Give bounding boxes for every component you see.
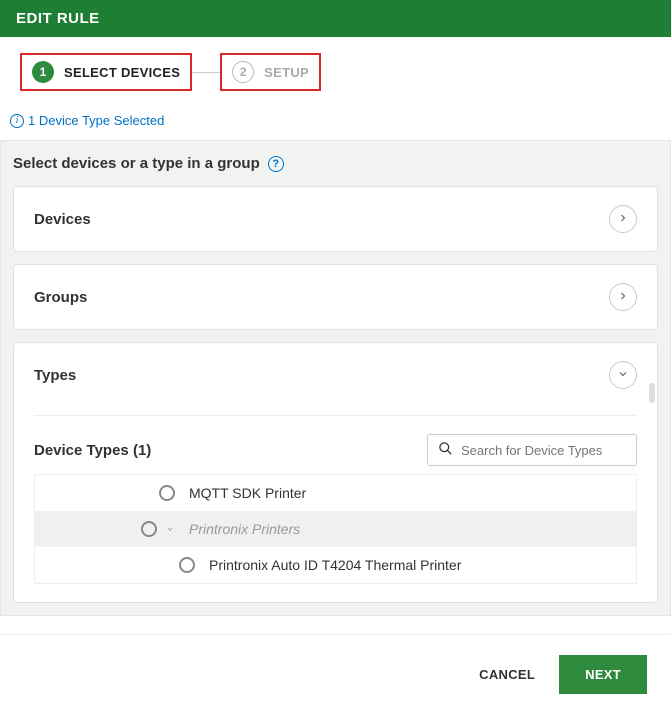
list-item[interactable]: MQTT SDK Printer — [35, 475, 636, 511]
types-content: Device Types (1) MQTT SDK Printer — [34, 415, 637, 584]
selection-info-text: 1 Device Type Selected — [28, 113, 164, 128]
device-types-label: Device Types (1) — [34, 442, 151, 459]
chevron-right-icon — [617, 211, 629, 227]
stepper: 1 SELECT DEVICES 2 SETUP — [0, 37, 671, 109]
panel-types-title: Types — [34, 367, 76, 384]
search-icon — [438, 441, 453, 459]
help-icon[interactable]: ? — [268, 156, 284, 172]
info-icon: i — [10, 114, 24, 128]
device-types-list: MQTT SDK Printer Printronix Printers — [34, 474, 637, 584]
step-label-1: SELECT DEVICES — [64, 65, 180, 80]
panel-area: Devices Groups Types — [1, 186, 670, 615]
section-title: Select devices or a type in a group — [13, 155, 260, 172]
selection-info: i 1 Device Type Selected — [0, 109, 671, 140]
cancel-button[interactable]: CANCEL — [479, 667, 535, 682]
content-area: Select devices or a type in a group ? De… — [0, 140, 671, 616]
list-item-label: Printronix Printers — [189, 521, 300, 537]
panel-groups: Groups — [13, 264, 658, 330]
step-label-2: SETUP — [264, 65, 309, 80]
next-button[interactable]: NEXT — [559, 655, 647, 694]
list-item[interactable]: Printronix Auto ID T4204 Thermal Printer — [35, 547, 636, 583]
list-item-label: Printronix Auto ID T4204 Thermal Printer — [209, 557, 461, 573]
step-number-2: 2 — [232, 61, 254, 83]
search-input[interactable] — [461, 443, 626, 458]
radio-icon[interactable] — [141, 521, 157, 537]
modal-header: EDIT RULE — [0, 0, 671, 37]
panel-groups-title: Groups — [34, 289, 87, 306]
step-setup[interactable]: 2 SETUP — [220, 53, 321, 91]
chevron-down-icon[interactable] — [165, 521, 175, 537]
footer: CANCEL NEXT — [0, 634, 671, 714]
chevron-right-icon — [617, 289, 629, 305]
collapse-types-button[interactable] — [609, 361, 637, 389]
modal-title: EDIT RULE — [16, 10, 100, 27]
expand-devices-button[interactable] — [609, 205, 637, 233]
section-header: Select devices or a type in a group ? — [1, 141, 670, 186]
search-device-types[interactable] — [427, 434, 637, 466]
step-separator — [192, 72, 220, 73]
list-item-group[interactable]: Printronix Printers — [35, 511, 636, 547]
radio-icon[interactable] — [159, 485, 175, 501]
panel-devices: Devices — [13, 186, 658, 252]
panel-devices-title: Devices — [34, 211, 91, 228]
panel-types: Types Device Types (1) — [13, 342, 658, 603]
list-item-label: MQTT SDK Printer — [189, 485, 306, 501]
radio-icon[interactable] — [179, 557, 195, 573]
step-number-1: 1 — [32, 61, 54, 83]
chevron-down-icon — [617, 367, 629, 383]
expand-groups-button[interactable] — [609, 283, 637, 311]
step-select-devices[interactable]: 1 SELECT DEVICES — [20, 53, 192, 91]
